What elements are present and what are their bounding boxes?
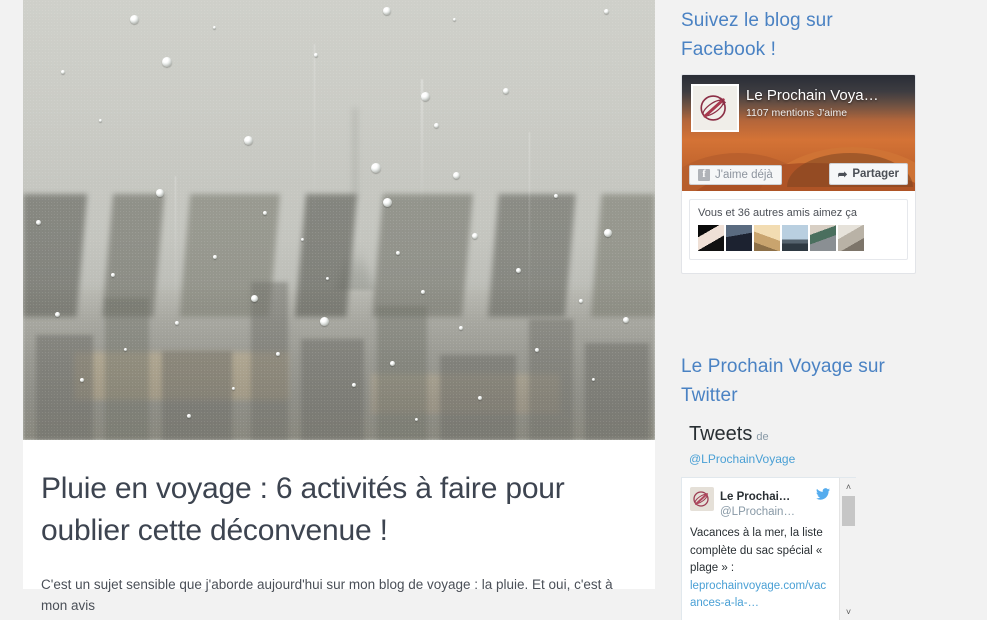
avatar[interactable]	[754, 225, 780, 251]
facebook-social-text: Vous et 36 autres amis aimez ça	[698, 207, 857, 219]
facebook-social-context: Vous et 36 autres amis aimez ça	[682, 191, 915, 268]
facebook-page-plugin[interactable]: Le Prochain Voya… 1107 mentions J'aime f…	[681, 74, 916, 274]
facebook-social-inner: Vous et 36 autres amis aimez ça	[689, 199, 908, 260]
article-card: Pluie en voyage : 6 activités à faire po…	[23, 0, 655, 613]
facebook-cover-photo: Le Prochain Voya… 1107 mentions J'aime f…	[682, 75, 915, 191]
avatar[interactable]	[782, 225, 808, 251]
scrollbar-thumb[interactable]	[842, 496, 855, 526]
blog-page: Pluie en voyage : 6 activités à faire po…	[0, 0, 987, 620]
twitter-widget: Le Prochain Voyage sur Twitter Tweets de …	[681, 352, 987, 620]
facebook-share-button[interactable]: ➦ Partager	[828, 163, 908, 185]
scroll-up-arrow-icon[interactable]: ˄	[840, 478, 856, 495]
rain-droplets	[23, 0, 655, 440]
facebook-friend-avatars	[698, 225, 899, 251]
article-hero-image	[23, 0, 655, 440]
twitter-timeline-header: Tweets de @LProchainVoyage	[681, 420, 987, 468]
article-paragraph: C'est un sujet sensible que j'aborde auj…	[41, 577, 613, 613]
share-arrow-icon: ➦	[837, 169, 848, 181]
twitter-widget-title: Le Prochain Voyage sur Twitter	[681, 356, 885, 406]
facebook-like-count: 1107 mentions J'aime	[746, 107, 848, 119]
facebook-action-bar: f J'aime déjà ➦ Partager	[682, 163, 915, 185]
facebook-like-button-label: J'aime déjà	[715, 169, 773, 181]
avatar[interactable]	[698, 225, 724, 251]
facebook-page-logo[interactable]	[691, 84, 739, 132]
twitter-handle-link[interactable]: @LProchainVoyage	[689, 450, 987, 468]
facebook-widget-title: Suivez le blog sur Facebook !	[681, 10, 833, 60]
facebook-like-button[interactable]: f J'aime déjà	[689, 165, 782, 185]
de-label: de	[756, 431, 769, 443]
twitter-timeline-list[interactable]: Le Prochai… @LProchain… Vacances à la me…	[681, 477, 856, 620]
facebook-f-icon: f	[698, 169, 710, 181]
twitter-bird-icon	[816, 487, 830, 504]
facebook-page-name[interactable]: Le Prochain Voya…	[746, 87, 879, 105]
scroll-down-arrow-icon[interactable]: ˅	[840, 603, 856, 620]
sidebar: Suivez le blog sur Facebook ! Le Prochai…	[681, 0, 987, 620]
tweets-label: Tweets	[689, 423, 753, 445]
tweet-header: Le Prochai… @LProchain…	[690, 487, 830, 520]
twitter-timeline-scrollbar[interactable]: ˄ ˅	[839, 478, 856, 620]
facebook-share-button-label: Partager	[852, 168, 899, 180]
avatar[interactable]	[810, 225, 836, 251]
tweet-author-name[interactable]: Le Prochai…	[720, 491, 790, 503]
tweet-author-names: Le Prochai… @LProchain…	[720, 487, 810, 520]
article-title[interactable]: Pluie en voyage : 6 activités à faire po…	[41, 468, 631, 552]
twitter-tweets-heading: Tweets de	[689, 422, 987, 449]
avatar[interactable]	[726, 225, 752, 251]
tweet-author-handle[interactable]: @LProchain…	[720, 505, 810, 520]
tweet-body-text: Vacances à la mer, la liste complète du …	[690, 527, 823, 574]
tweet-item[interactable]: Le Prochai… @LProchain… Vacances à la me…	[682, 478, 856, 619]
tweet-link[interactable]: leprochainvoyage.com/vacances-a-la-…	[690, 580, 826, 610]
article-body: Pluie en voyage : 6 activités à faire po…	[23, 440, 655, 616]
tweet-text: Vacances à la mer, la liste complète du …	[690, 525, 830, 613]
tweet-author-avatar[interactable]	[690, 487, 714, 511]
avatar[interactable]	[838, 225, 864, 251]
